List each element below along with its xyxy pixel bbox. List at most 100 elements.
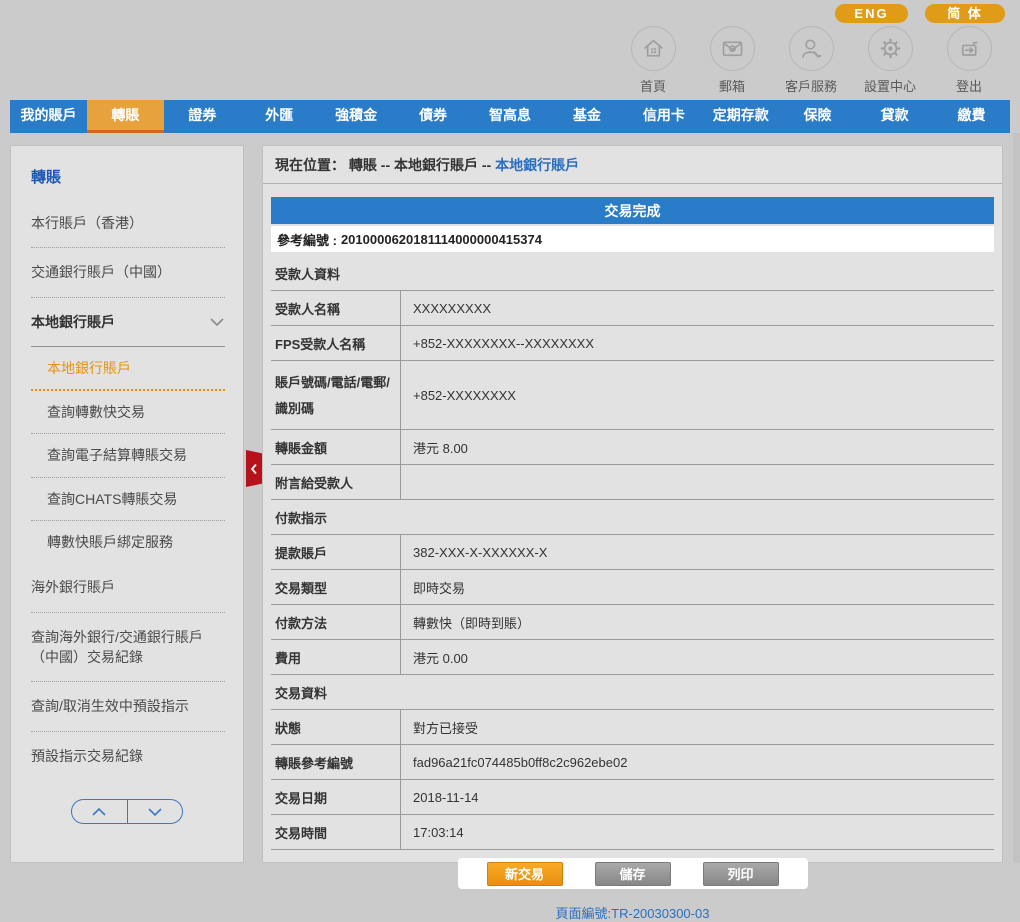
sidebar-scroll-down-button[interactable] <box>128 800 183 823</box>
sidebar-item-fps-enquiry[interactable]: 查詢轉數快交易 <box>31 391 225 434</box>
logout-link[interactable]: 登出 <box>940 26 998 95</box>
row-value: fad96a21fc074485b0ff8c2c962ebe02 <box>401 745 994 779</box>
row-label: 轉賬參考編號 <box>271 745 401 779</box>
scrollbar[interactable] <box>1013 133 1020 863</box>
sidebar-item-label: 本地銀行賬戶 <box>31 312 115 332</box>
content-panel: 現在位置： 轉賬 -- 本地銀行賬戶 -- 本地銀行賬戶 交易完成 參考編號 :… <box>262 145 1003 863</box>
save-button[interactable]: 儲存 <box>595 862 671 886</box>
home-label: 首頁 <box>640 76 666 95</box>
sidebar-item-fps-binding[interactable]: 轉數快賬戶綁定服務 <box>31 521 225 563</box>
row-label: 附言給受款人 <box>271 465 401 499</box>
row-value: 即時交易 <box>401 570 994 604</box>
row-value: 對方已接受 <box>401 710 994 744</box>
row-label: 交易日期 <box>271 780 401 814</box>
row-value: 17:03:14 <box>401 815 994 849</box>
page-number: 頁面編號:TR-20030300-03 <box>263 903 1002 922</box>
sidebar-pager <box>71 799 183 824</box>
transaction-complete-banner: 交易完成 <box>271 197 994 224</box>
row-label: 提款賬戶 <box>271 535 401 569</box>
breadcrumb-path: 轉賬 -- 本地銀行賬戶 -- <box>349 157 495 173</box>
chevron-up-icon <box>91 807 107 817</box>
settings-link[interactable]: 設置中心 <box>861 26 919 95</box>
row-value: 轉數快（即時到賬） <box>401 605 994 639</box>
nav-tab-transfer[interactable]: 轉賬 <box>87 100 164 133</box>
home-link[interactable]: 首頁 <box>624 26 682 95</box>
row-value: +852-XXXXXXXX--XXXXXXXX <box>401 326 994 360</box>
language-english-button[interactable]: ENG <box>835 4 908 23</box>
sidebar-item-overseas-bank[interactable]: 海外銀行賬戶 <box>31 563 225 612</box>
home-icon <box>631 26 676 71</box>
reference-number-value: 2010000620181114000000415374 <box>341 232 542 247</box>
print-button[interactable]: 列印 <box>703 862 779 886</box>
settings-label: 設置中心 <box>864 76 916 95</box>
table-row: 提款賬戶 382-XXX-X-XXXXXX-X <box>271 535 994 570</box>
sidebar-item-echeque-enquiry[interactable]: 查詢電子結算轉賬交易 <box>31 434 225 477</box>
table-row: 受款人名稱 XXXXXXXXX <box>271 291 994 326</box>
language-simplified-button[interactable]: 简 体 <box>925 4 1005 23</box>
reference-number-row: 參考編號 : 2010000620181114000000415374 <box>271 226 994 252</box>
row-value: 2018-11-14 <box>401 780 994 814</box>
nav-tab-time-deposit[interactable]: 定期存款 <box>702 100 779 133</box>
row-label: 受款人名稱 <box>271 291 401 325</box>
row-value: +852-XXXXXXXX <box>401 361 994 429</box>
nav-tab-insurance[interactable]: 保險 <box>779 100 856 133</box>
table-row: 轉賬參考編號 fad96a21fc074485b0ff8c2c962ebe02 <box>271 745 994 780</box>
mailbox-link[interactable]: 郵箱 <box>703 26 761 95</box>
sidebar-item-standing-instruction-records[interactable]: 預設指示交易紀錄 <box>31 732 225 780</box>
nav-tab-my-accounts[interactable]: 我的賬戶 <box>10 100 87 133</box>
logout-icon <box>947 26 992 71</box>
sidebar-item-local-bank-accounts-current[interactable]: 本地銀行賬戶 <box>31 347 225 391</box>
table-row: 轉賬金額 港元 8.00 <box>271 430 994 465</box>
settings-icon <box>868 26 913 71</box>
chevron-down-icon <box>147 807 163 817</box>
sidebar-collapse-handle[interactable] <box>246 450 262 487</box>
nav-tab-payments[interactable]: 繳費 <box>933 100 1010 133</box>
sidebar-item-bank-accounts-hk[interactable]: 本行賬戶（香港） <box>31 199 225 248</box>
sidebar-item-bocom-china[interactable]: 交通銀行賬戶（中國） <box>31 248 225 297</box>
table-row: 費用 港元 0.00 <box>271 640 994 675</box>
sidebar-item-cancel-standing-instruction[interactable]: 查詢/取消生效中預設指示 <box>31 682 225 731</box>
row-label: 賬戶號碼/電話/電郵/識別碼 <box>271 361 401 429</box>
mail-icon <box>710 26 755 71</box>
row-value: 港元 0.00 <box>401 640 994 674</box>
nav-tab-funds[interactable]: 基金 <box>548 100 625 133</box>
table-row: 交易時間 17:03:14 <box>271 815 994 850</box>
nav-tab-fx[interactable]: 外匯 <box>241 100 318 133</box>
nav-tab-loans[interactable]: 貸款 <box>856 100 933 133</box>
chevron-left-icon <box>250 463 258 475</box>
customer-service-link[interactable]: 客戶服務 <box>782 26 840 95</box>
row-label: 付款方法 <box>271 605 401 639</box>
breadcrumb-label: 現在位置： <box>275 157 345 173</box>
sidebar: 轉賬 本行賬戶（香港） 交通銀行賬戶（中國） 本地銀行賬戶 本地銀行賬戶 查詢轉… <box>10 145 244 863</box>
nav-tab-credit-card[interactable]: 信用卡 <box>625 100 702 133</box>
section-title-payee-info: 受款人資料 <box>271 256 994 291</box>
sidebar-title: 轉賬 <box>31 162 225 199</box>
section-title-transaction-info: 交易資料 <box>271 675 994 710</box>
table-row: 付款方法 轉數快（即時到賬） <box>271 605 994 640</box>
mailbox-label: 郵箱 <box>719 76 745 95</box>
breadcrumb: 現在位置： 轉賬 -- 本地銀行賬戶 -- 本地銀行賬戶 <box>263 146 1002 184</box>
table-row: 交易類型 即時交易 <box>271 570 994 605</box>
nav-tab-bonds[interactable]: 債券 <box>395 100 472 133</box>
chevron-down-icon <box>209 317 225 327</box>
customer-service-label: 客戶服務 <box>785 76 837 95</box>
table-row: 狀態 對方已接受 <box>271 710 994 745</box>
sidebar-item-chats-enquiry[interactable]: 查詢CHATS轉賬交易 <box>31 478 225 521</box>
row-value <box>401 465 994 499</box>
sidebar-item-local-bank-accounts[interactable]: 本地銀行賬戶 <box>31 298 225 347</box>
section-title-payment-instruction: 付款指示 <box>271 500 994 535</box>
row-label: 交易類型 <box>271 570 401 604</box>
sidebar-item-overseas-enquiry[interactable]: 查詢海外銀行/交通銀行賬戶（中國）交易紀錄 <box>31 613 225 683</box>
sidebar-scroll-up-button[interactable] <box>72 800 128 823</box>
row-value: 港元 8.00 <box>401 430 994 464</box>
nav-tab-securities[interactable]: 證券 <box>164 100 241 133</box>
new-transaction-button[interactable]: 新交易 <box>487 862 563 886</box>
row-label: FPS受款人名稱 <box>271 326 401 360</box>
breadcrumb-current[interactable]: 本地銀行賬戶 <box>495 157 579 173</box>
nav-tab-mpf[interactable]: 強積金 <box>318 100 395 133</box>
table-row: FPS受款人名稱 +852-XXXXXXXX--XXXXXXXX <box>271 326 994 361</box>
table-row: 附言給受款人 <box>271 465 994 500</box>
transaction-detail-table: 受款人資料 受款人名稱 XXXXXXXXX FPS受款人名稱 +852-XXXX… <box>271 256 994 850</box>
nav-tab-smart-interest[interactable]: 智高息 <box>472 100 549 133</box>
quick-links: 首頁 郵箱 客戶服務 <box>624 26 998 95</box>
